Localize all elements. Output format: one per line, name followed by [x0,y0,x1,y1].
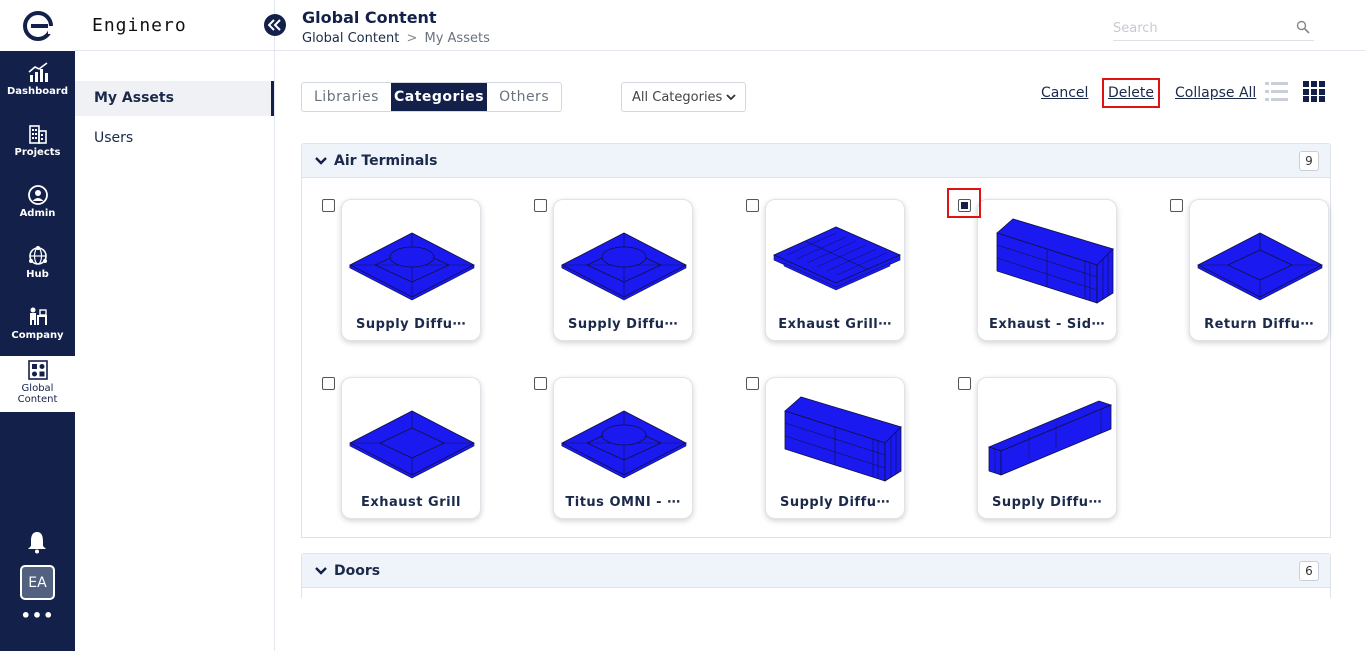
asset-checkbox[interactable] [746,377,759,390]
search-icon[interactable] [1296,20,1310,34]
collapse-sidebar-button[interactable] [264,14,286,36]
breadcrumb-separator: > [406,31,418,46]
asset-name: Supply Diffu⋯ [568,317,678,332]
user-avatar[interactable]: EA [20,565,55,600]
view-tabs: Libraries Categories Others [301,82,563,112]
asset-card[interactable]: Exhaust - Sid⋯ [977,199,1117,341]
category-title: Doors [334,562,381,579]
rail-item-company[interactable]: Company [0,300,75,356]
global-content-icon [27,360,48,380]
delete-button[interactable]: Delete [1108,83,1154,103]
asset-thumbnail [561,232,687,301]
rail-label: Global [21,383,54,394]
tab-libraries[interactable]: Libraries [302,83,391,111]
cancel-button[interactable]: Cancel [1041,83,1088,103]
list-view-icon[interactable] [1265,81,1288,102]
brand-name: Enginero [75,0,274,51]
asset-thumbnail [1197,232,1323,301]
rail-item-hub[interactable]: Hub [0,239,75,295]
category-count-badge: 6 [1299,561,1319,581]
asset-thumbnail [996,218,1114,304]
grid-view-icon[interactable] [1303,81,1325,102]
chevron-down-icon [726,94,736,101]
hub-globe-icon [28,246,47,265]
asset-checkbox[interactable] [534,199,547,212]
breadcrumb-current: My Assets [424,31,490,46]
rail-item-global-content[interactable]: Global Content [0,356,75,412]
asset-thumbnail [773,226,901,291]
page-header: Global Content Global Content > My Asset… [275,0,1365,51]
chevron-down-icon [315,156,327,165]
enginero-logo-icon [22,10,54,41]
sidebar-item-my-assets[interactable]: My Assets [75,81,274,116]
asset-checkbox[interactable] [322,199,335,212]
asset-card[interactable]: Exhaust Grill [341,377,481,519]
tab-others[interactable]: Others [487,83,561,111]
asset-checkbox[interactable] [322,377,335,390]
asset-thumbnail [349,232,475,301]
selected-checkbox-highlight [947,188,981,218]
rail-item-dashboard[interactable]: Dashboard [0,56,75,112]
category-header-air-terminals[interactable]: Air Terminals 9 [301,143,1331,178]
asset-card[interactable]: Exhaust Grill⋯ [765,199,905,341]
category-filter-select[interactable]: All Categories [621,82,746,112]
rail-label: Company [11,330,64,341]
category-filter-value: All Categories [632,89,723,105]
secondary-sidebar: Enginero My Assets Users [75,0,275,651]
sidebar-item-users[interactable]: Users [75,121,274,156]
app-logo[interactable] [0,0,75,51]
asset-thumbnail [349,410,475,479]
notification-bell-icon[interactable] [26,530,48,554]
asset-thumbnail [987,400,1113,476]
asset-name: Return Diffu⋯ [1204,317,1314,332]
more-icon[interactable]: ••• [0,606,75,625]
double-chevron-left-icon [268,19,281,31]
icon-rail: Dashboard Projects Admin Hub Company Glo… [0,0,75,651]
rail-label: Hub [26,269,49,280]
breadcrumb-root[interactable]: Global Content [302,31,399,46]
asset-name: Supply Diffu⋯ [780,495,890,510]
chevron-down-icon [315,566,327,575]
asset-checkbox[interactable] [958,377,971,390]
asset-card[interactable]: Titus OMNI - ⋯ [553,377,693,519]
search-input[interactable] [1113,17,1288,40]
asset-checkbox[interactable] [1170,199,1183,212]
sidebar-nav: My Assets Users [75,81,274,156]
asset-name: Exhaust Grill⋯ [778,317,892,332]
asset-card[interactable]: Supply Diffu⋯ [977,377,1117,519]
rail-item-projects[interactable]: Projects [0,117,75,173]
asset-card[interactable]: Supply Diffu⋯ [553,199,693,341]
asset-card[interactable]: Return Diffu⋯ [1189,199,1329,341]
category-body-doors [301,588,1331,598]
category-header-doors[interactable]: Doors 6 [301,553,1331,588]
asset-checkbox[interactable] [534,377,547,390]
page-title: Global Content [302,8,437,27]
dashboard-chart-icon [27,62,48,82]
rail-label: Dashboard [7,86,68,97]
asset-name: Supply Diffu⋯ [992,495,1102,510]
company-desk-icon [29,307,47,325]
asset-checkbox[interactable] [746,199,759,212]
category-title: Air Terminals [334,152,438,169]
asset-card[interactable]: Supply Diffu⋯ [765,377,905,519]
rail-label: Projects [14,147,61,158]
rail-label-line2: Content [17,394,58,405]
admin-user-icon [27,185,48,205]
breadcrumb: Global Content > My Assets [302,31,490,46]
asset-thumbnail [561,410,687,479]
tab-categories[interactable]: Categories [390,83,488,111]
asset-name: Exhaust Grill [361,495,461,510]
asset-thumbnail [784,396,902,482]
asset-name: Titus OMNI - ⋯ [565,495,681,510]
building-icon [28,125,47,144]
asset-card[interactable]: Supply Diffu⋯ [341,199,481,341]
search-box [1113,17,1314,41]
asset-name: Exhaust - Sid⋯ [988,317,1106,332]
category-count-badge: 9 [1299,151,1319,171]
asset-name: Supply Diffu⋯ [356,317,466,332]
collapse-all-button[interactable]: Collapse All [1175,83,1256,103]
rail-label: Admin [19,208,56,219]
rail-item-admin[interactable]: Admin [0,178,75,234]
